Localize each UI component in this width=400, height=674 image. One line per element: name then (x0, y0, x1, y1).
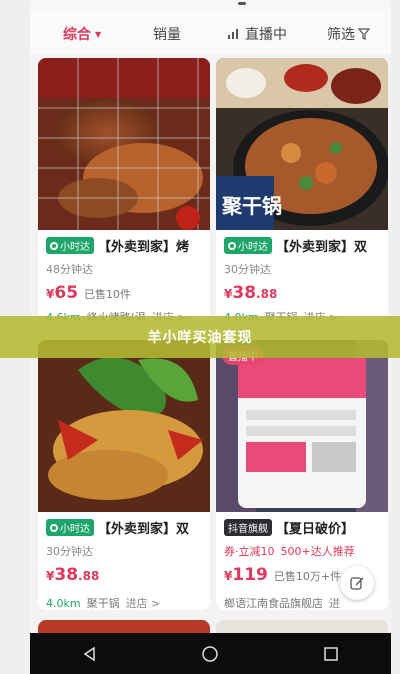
filter-menu-label: 筛选 (327, 27, 355, 43)
edit-note-icon (350, 577, 364, 590)
shop-name: 榔语江南食品旗舰店 (224, 597, 323, 610)
promo-text: 500+达人推荐 (280, 545, 355, 558)
caret-down-icon: ▼ (95, 29, 102, 39)
product-price: ¥38.88 (224, 283, 278, 303)
filter-menu[interactable]: 筛选 (327, 24, 370, 44)
hourly-delivery-tag: 小时达 (46, 237, 94, 254)
filter-sales[interactable]: 销量 (153, 24, 181, 44)
delivery-time: 30分钟达 (46, 545, 93, 558)
banner-text: 羊小咩买油套现 (147, 330, 253, 346)
sold-count: 已售10万+件 (273, 570, 342, 583)
delivery-time: 30分钟达 (224, 263, 271, 276)
filter-sales-label: 销量 (153, 27, 181, 43)
home-button[interactable] (190, 639, 230, 669)
product-card[interactable]: 聚干锅 小时达 【外卖到家】双 30分钟达 ¥38.88 4.0km 聚干锅 进… (216, 58, 388, 320)
back-button[interactable] (70, 639, 110, 669)
filter-bar: 综合 ▼ 销量 直播中 筛选 (30, 10, 391, 54)
product-title: 【外卖到家】双 (276, 240, 368, 255)
location-pin-icon (228, 241, 236, 250)
filter-funnel-icon (358, 28, 370, 40)
product-title: 【外卖到家】烤 (98, 240, 190, 255)
product-title: 【夏日破价】 (276, 522, 355, 537)
back-nav-icon (83, 646, 95, 661)
coupon-label: 券·立减10 (224, 545, 275, 558)
location-pin-icon (50, 523, 58, 532)
edit-note-button[interactable] (340, 566, 374, 600)
product-image: 直播中 (216, 340, 388, 512)
filter-live-label: 直播中 (245, 27, 287, 43)
filter-comprehensive[interactable]: 综合 ▼ (63, 24, 101, 44)
filter-live[interactable]: 直播中 (228, 24, 287, 44)
delivery-time: 48分钟达 (46, 263, 93, 276)
live-bars-icon (228, 29, 238, 39)
overlay-banner: 羊小咩买油套现 (0, 316, 400, 358)
sold-count: 已售10件 (84, 288, 132, 301)
recent-apps-button[interactable] (311, 639, 351, 669)
enter-shop-link[interactable]: 进店 > (126, 595, 161, 610)
recent-apps-icon (324, 646, 338, 661)
shop-distance: 4.0km (46, 596, 81, 610)
product-image: 聚干锅 (216, 58, 388, 230)
flagship-tag: 抖音旗舰 (224, 519, 272, 536)
product-card[interactable]: 小时达 【外卖到家】双 30分钟达 ¥38.88 4.0km 聚干锅 进店 > (38, 340, 210, 610)
product-price: ¥38.88 (46, 565, 100, 585)
hourly-delivery-tag: 小时达 (224, 237, 272, 254)
product-image (38, 58, 210, 230)
status-strip (30, 0, 391, 10)
hourly-delivery-tag: 小时达 (46, 519, 94, 536)
filter-comprehensive-label: 综合 (63, 27, 91, 43)
image-brand-text: 聚干锅 (221, 194, 282, 218)
enter-shop-link[interactable]: 进 (329, 595, 340, 610)
product-price: ¥119 (224, 565, 268, 585)
product-price: ¥65 (46, 283, 79, 303)
product-image (38, 340, 210, 512)
system-nav-bar (30, 633, 391, 674)
product-title: 【外卖到家】双 (98, 522, 190, 537)
product-card[interactable]: 小时达 【外卖到家】烤 48分钟达 ¥65 已售10件 4.6km 烽火烤路(温… (38, 58, 210, 320)
home-nav-icon (202, 645, 219, 662)
shop-name: 聚干锅 (86, 597, 120, 610)
location-pin-icon (50, 241, 58, 250)
